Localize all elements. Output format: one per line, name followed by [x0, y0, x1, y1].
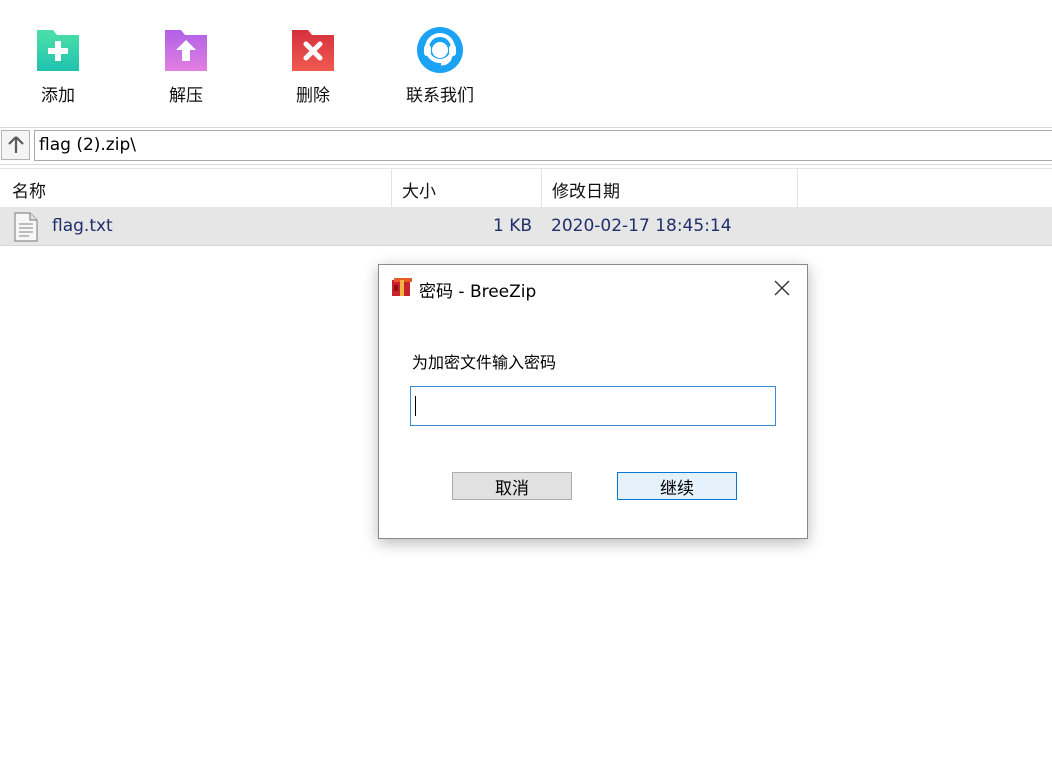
dialog-title: 密码 - BreeZip [419, 282, 537, 302]
toolbar: 添加 解压 删除 联系我们 [0, 0, 1052, 126]
close-button[interactable] [765, 273, 799, 303]
text-caret [415, 396, 416, 416]
file-row[interactable]: flag.txt 1 KB 2020-02-17 18:45:14 [0, 207, 1052, 246]
breezip-app-icon [392, 278, 412, 296]
address-bar: flag (2).zip\ [0, 127, 1052, 165]
password-dialog: 密码 - BreeZip 为加密文件输入密码 取消 继续 [378, 264, 808, 539]
add-button-label: 添加 [41, 86, 75, 106]
contact-us-button[interactable]: 联系我们 [395, 22, 485, 110]
path-field[interactable]: flag (2).zip\ [34, 130, 1052, 161]
arrow-up-icon [7, 136, 24, 153]
column-header-name[interactable]: 名称 [0, 169, 392, 207]
support-headset-icon [417, 27, 463, 73]
column-header-size[interactable]: 大小 [392, 169, 542, 207]
column-header-modified[interactable]: 修改日期 [542, 169, 798, 207]
password-prompt: 为加密文件输入密码 [412, 353, 557, 372]
up-level-button[interactable] [1, 130, 30, 160]
delete-button[interactable]: 删除 [268, 22, 358, 110]
file-name: flag.txt [52, 216, 113, 236]
contact-us-button-label: 联系我们 [406, 86, 474, 106]
extract-folder-icon [165, 30, 207, 71]
close-icon [774, 280, 790, 296]
file-modified: 2020-02-17 18:45:14 [551, 216, 732, 236]
file-list-header: 名称 大小 修改日期 [0, 168, 1052, 207]
add-folder-icon [37, 30, 79, 71]
continue-button[interactable]: 继续 [617, 472, 737, 500]
file-size: 1 KB [492, 216, 532, 236]
delete-button-label: 删除 [296, 86, 330, 106]
extract-button-label: 解压 [169, 86, 203, 106]
cancel-button[interactable]: 取消 [452, 472, 572, 500]
extract-button[interactable]: 解压 [141, 22, 231, 110]
add-button[interactable]: 添加 [13, 22, 103, 110]
text-file-icon [14, 212, 38, 242]
delete-folder-icon [292, 30, 334, 71]
password-input[interactable] [410, 386, 776, 426]
